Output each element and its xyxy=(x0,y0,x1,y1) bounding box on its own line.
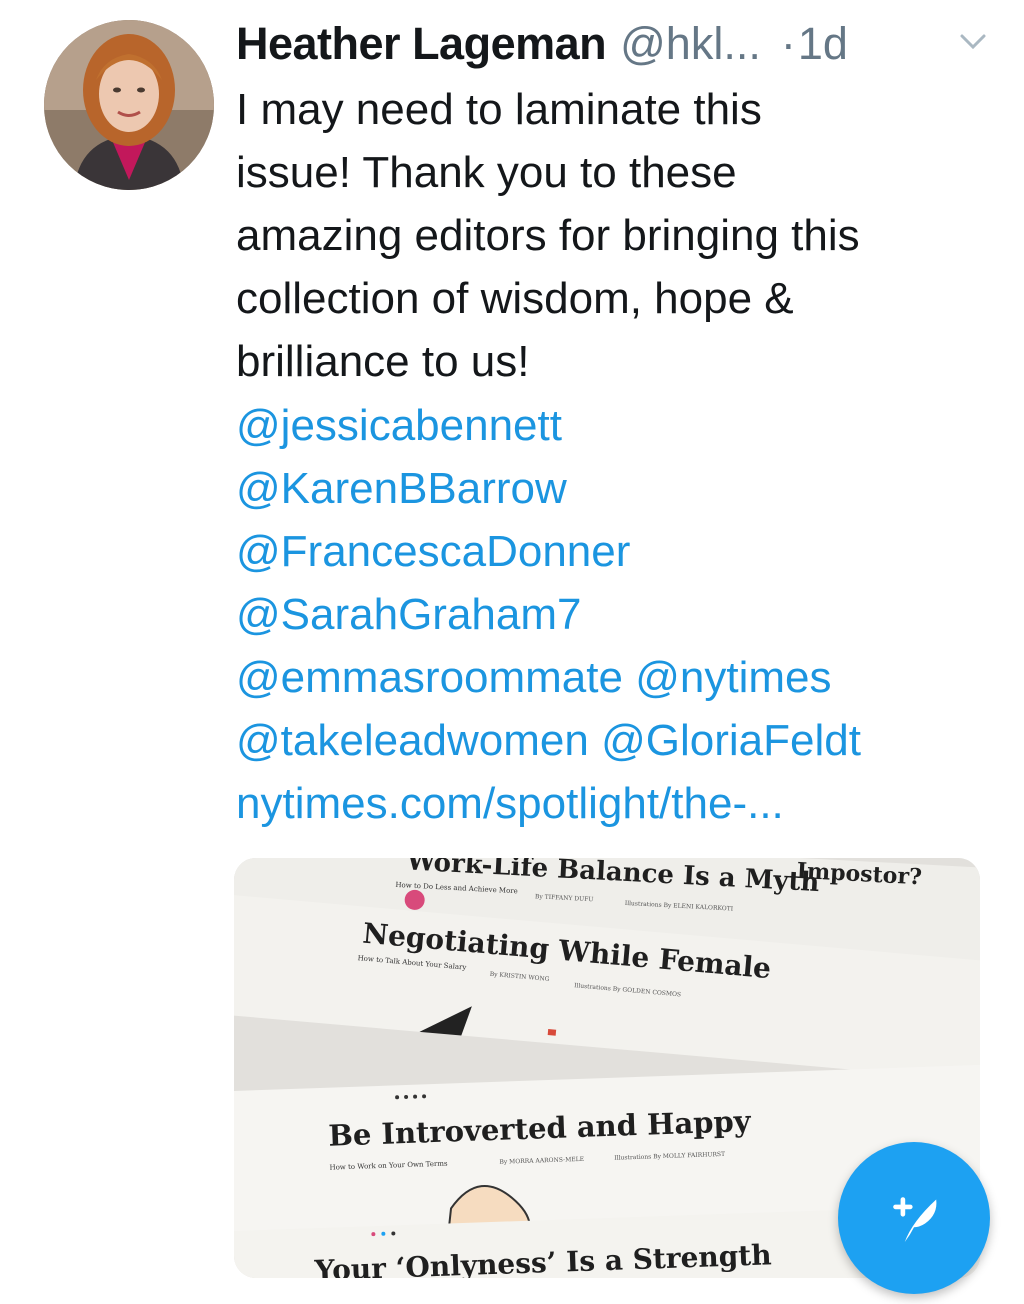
separator-dot: · xyxy=(780,18,796,69)
tweet-text: I may need to laminate this issue! Thank… xyxy=(236,85,860,386)
mention-line: @jessicabennett xyxy=(236,394,1006,457)
mention-link[interactable]: @SarahGraham7 xyxy=(236,590,582,639)
mention-line: @SarahGraham7 xyxy=(236,583,1006,646)
tweet-url-link[interactable]: nytimes.com/spotlight/the-... xyxy=(236,779,784,828)
author-handle[interactable]: @hkl... xyxy=(620,18,761,70)
mention-line: @takeleadwomen @GloriaFeldt xyxy=(236,709,1006,772)
tweet-timestamp[interactable]: 1d xyxy=(798,18,848,70)
author-avatar[interactable] xyxy=(44,20,214,190)
mention-link[interactable]: @GloriaFeldt xyxy=(601,716,861,765)
chevron-down-icon[interactable] xyxy=(956,24,990,58)
mention-line: @emmasroommate @nytimes xyxy=(236,646,1006,709)
mention-link[interactable]: @FrancescaDonner xyxy=(236,527,630,576)
tweet-mentions: @jessicabennett @KarenBBarrow @Francesca… xyxy=(236,394,1006,835)
mention-link[interactable]: @jessicabennett xyxy=(236,401,562,450)
mention-line: nytimes.com/spotlight/the-... xyxy=(236,772,1006,835)
mention-link[interactable]: @emmasroommate xyxy=(236,653,623,702)
mention-line: @FrancescaDonner xyxy=(236,520,1006,583)
mention-link[interactable]: @nytimes xyxy=(635,653,831,702)
mention-link[interactable]: @KarenBBarrow xyxy=(236,464,567,513)
tweet-header: Heather Lageman @hkl... · 1d xyxy=(236,14,996,74)
author-name[interactable]: Heather Lageman xyxy=(236,18,607,70)
compose-tweet-icon xyxy=(893,1197,937,1243)
mention-link[interactable]: @takeleadwomen xyxy=(236,716,589,765)
compose-tweet-button[interactable] xyxy=(838,1142,990,1294)
mention-line: @KarenBBarrow xyxy=(236,457,1006,520)
